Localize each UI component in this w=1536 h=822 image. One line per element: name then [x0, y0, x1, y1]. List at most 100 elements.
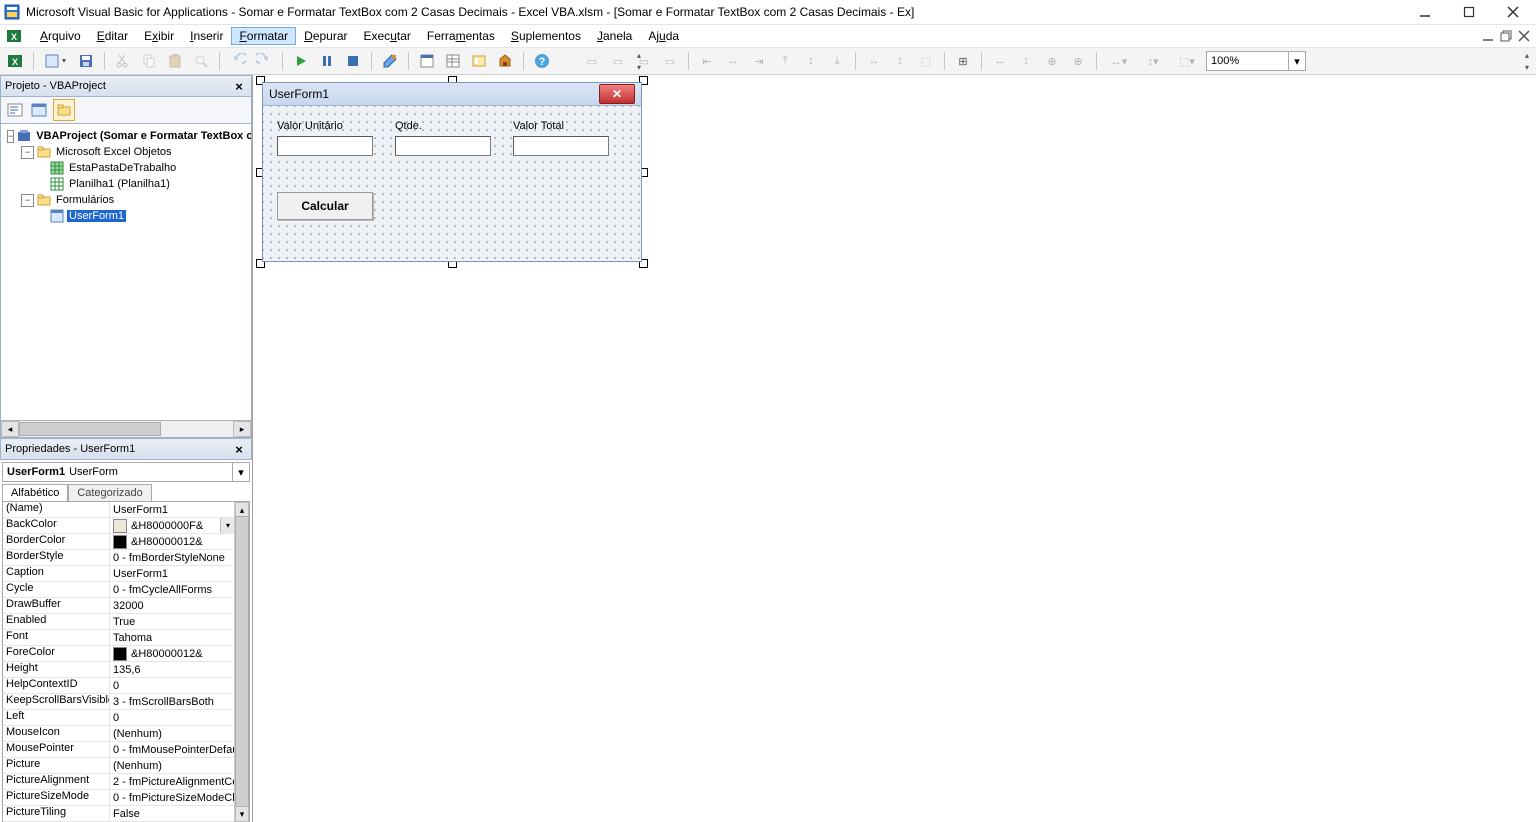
same-size-button[interactable]: ⬚ [915, 50, 937, 72]
property-value[interactable]: 0 - fmMousePointerDefault [110, 742, 235, 757]
property-value[interactable]: 135,6 [110, 662, 235, 677]
userform-body[interactable]: Valor Unitário Qtde. Valor Total Calcula… [263, 106, 641, 261]
properties-object-combobox[interactable]: UserForm1 UserForm ▾ [2, 462, 250, 482]
send-back-button[interactable]: ▭ [607, 50, 629, 72]
property-value[interactable]: 32000 [110, 598, 235, 613]
property-value[interactable]: Tahoma [110, 630, 235, 645]
undo-button[interactable] [227, 50, 249, 72]
height-dropdown-button[interactable]: ↕▾ [1138, 50, 1168, 72]
property-value[interactable]: 0 [110, 678, 235, 693]
property-value[interactable]: &H80000012& [110, 646, 235, 661]
bring-front-button[interactable]: ▭ [581, 50, 603, 72]
view-code-button[interactable] [5, 100, 25, 120]
property-value[interactable]: 0 - fmBorderStyleNone [110, 550, 235, 565]
property-row[interactable]: KeepScrollBarsVisible3 - fmScrollBarsBot… [3, 694, 235, 710]
run-button[interactable] [290, 50, 312, 72]
tree-folder-forms[interactable]: − Formulários [1, 192, 251, 208]
textbox-valor-total[interactable] [513, 136, 609, 156]
center-v-button[interactable]: ⊕ [1067, 50, 1089, 72]
menu-executar[interactable]: ExecutarExecutar [356, 27, 419, 45]
tree-item-sheet[interactable]: Planilha1 (Planilha1) [1, 176, 251, 192]
vspace-button[interactable]: ↕ [1015, 50, 1037, 72]
view-object-button[interactable] [29, 100, 49, 120]
mdi-close-button[interactable] [1518, 30, 1530, 42]
project-explorer-button[interactable] [416, 50, 438, 72]
object-browser-button[interactable] [468, 50, 490, 72]
userform-close-button[interactable]: ✕ [599, 84, 635, 104]
property-value[interactable]: 0 - fmPictureSizeModeClip [110, 790, 235, 805]
tree-collapse-icon[interactable]: − [21, 194, 34, 207]
scroll-thumb[interactable] [19, 422, 161, 436]
mdi-restore-button[interactable] [1500, 30, 1512, 42]
properties-tab-alphabetical[interactable]: Alfabético [2, 484, 68, 501]
menu-suplementos[interactable]: SuplementosSuplementos [503, 27, 589, 45]
tree-collapse-icon[interactable]: − [7, 130, 14, 143]
label-valor-total[interactable]: Valor Total [513, 120, 564, 132]
property-value[interactable]: 0 - fmCycleAllForms [110, 582, 235, 597]
textbox-qtde[interactable] [395, 136, 491, 156]
align-left-button[interactable]: ⇤ [696, 50, 718, 72]
property-row[interactable]: BorderColor&H80000012& [3, 534, 235, 550]
property-row[interactable]: BackColor&H8000000F&▾ [3, 518, 235, 534]
menu-editar[interactable]: EditarEditar [89, 27, 136, 45]
menu-janela[interactable]: JanelaJanela [589, 27, 640, 45]
property-row[interactable]: PictureTilingFalse [3, 806, 235, 822]
property-row[interactable]: CaptionUserForm1 [3, 566, 235, 582]
properties-pane-close-button[interactable]: × [231, 441, 247, 457]
menu-ajuda[interactable]: AjudaAjuda [640, 27, 687, 45]
property-value[interactable]: (Nenhum) [110, 758, 235, 773]
property-row[interactable]: (Name)UserForm1 [3, 502, 235, 518]
reset-button[interactable] [342, 50, 364, 72]
tree-root[interactable]: − VBAProject (Somar e Formatar TextBox c [1, 128, 251, 144]
toggle-folders-button[interactable] [53, 99, 75, 121]
property-row[interactable]: PictureAlignment2 - fmPictureAlignmentCe… [3, 774, 235, 790]
window-close-button[interactable] [1500, 3, 1526, 21]
scroll-thumb[interactable] [235, 516, 249, 808]
property-row[interactable]: Picture(Nenhum) [3, 758, 235, 774]
menu-formatar[interactable]: FormatarFormatar [231, 27, 296, 45]
property-value[interactable]: UserForm1 [110, 566, 235, 581]
button-calcular[interactable]: Calcular [277, 192, 373, 220]
width-dropdown-button[interactable]: ↔▾ [1104, 50, 1134, 72]
property-row[interactable]: EnabledTrue [3, 614, 235, 630]
same-height-button[interactable]: ↕ [889, 50, 911, 72]
property-row[interactable]: PictureSizeMode0 - fmPictureSizeModeClip [3, 790, 235, 806]
break-button[interactable] [316, 50, 338, 72]
menu-arquivo[interactable]: AArquivorquivo [32, 27, 89, 45]
property-value[interactable]: &H80000012& [110, 534, 235, 549]
form-designer-canvas[interactable]: UserForm1 ✕ Valor Unitário Qtde. Valor T… [253, 75, 1536, 822]
property-value[interactable]: False [110, 806, 235, 821]
menu-exibir[interactable]: ExibirExibir [136, 27, 182, 45]
tree-folder-objects[interactable]: − Microsoft Excel Objetos [1, 144, 251, 160]
excel-icon[interactable]: X [6, 28, 22, 44]
menu-ferramentas[interactable]: FerramentasFerramentas [419, 27, 503, 45]
property-row[interactable]: HelpContextID0 [3, 678, 235, 694]
scroll-right-button[interactable]: ▸ [233, 421, 251, 437]
property-value[interactable]: 2 - fmPictureAlignmentCen [110, 774, 235, 789]
align-bottom-button[interactable]: ⤓ [826, 50, 848, 72]
cut-button[interactable] [112, 50, 134, 72]
help-button[interactable]: ? [531, 50, 553, 72]
property-value[interactable]: True [110, 614, 235, 629]
properties-window-button[interactable] [442, 50, 464, 72]
properties-tab-categorized[interactable]: Categorizado [68, 484, 151, 501]
same-width-button[interactable]: ↔ [863, 50, 885, 72]
property-value[interactable]: &H8000000F&▾ [110, 518, 235, 533]
property-row[interactable]: ForeColor&H80000012& [3, 646, 235, 662]
chevron-down-icon[interactable]: ▾ [220, 518, 235, 533]
menu-inserir[interactable]: InserirInserir [182, 27, 231, 45]
design-mode-button[interactable] [379, 50, 401, 72]
save-button[interactable] [75, 50, 97, 72]
project-tree-hscrollbar[interactable]: ◂ ▸ [0, 421, 252, 438]
view-excel-button[interactable]: X [4, 50, 26, 72]
toolbar-overflow-button-2[interactable]: ▴▾ [632, 49, 646, 73]
redo-button[interactable] [253, 50, 275, 72]
menu-depurar[interactable]: DepurarDepurar [296, 27, 355, 45]
properties-vscrollbar[interactable]: ▴ ▾ [234, 502, 249, 822]
window-maximize-button[interactable] [1456, 3, 1482, 21]
tree-item-workbook[interactable]: EstaPastaDeTrabalho [1, 160, 251, 176]
textbox-valor-unitario[interactable] [277, 136, 373, 156]
copy-button[interactable] [138, 50, 160, 72]
hspace-button[interactable]: ↔ [989, 50, 1011, 72]
property-value[interactable]: 3 - fmScrollBarsBoth [110, 694, 235, 709]
